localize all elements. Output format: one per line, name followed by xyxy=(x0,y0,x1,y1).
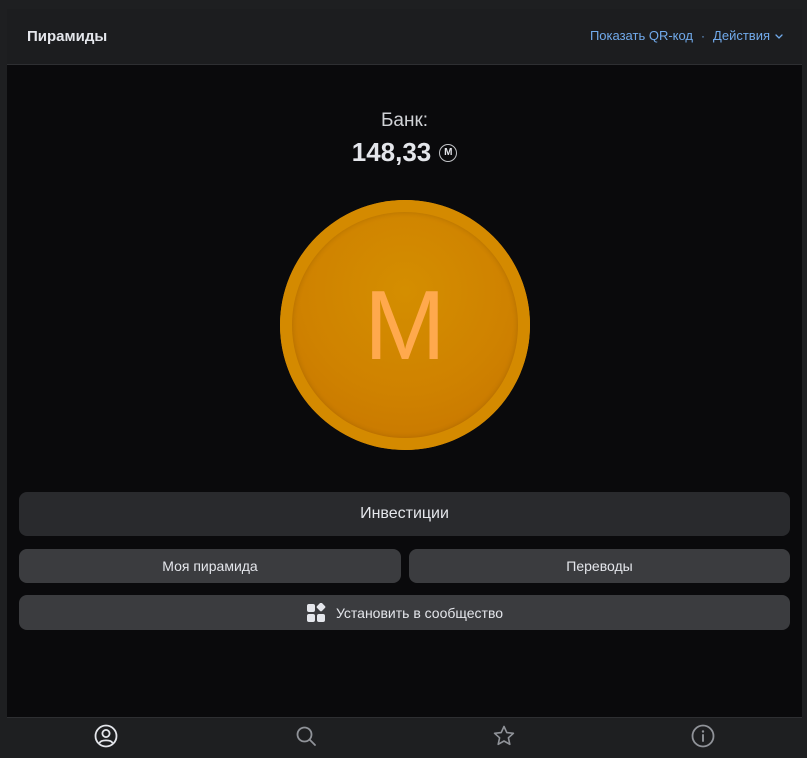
investments-button-label: Инвестиции xyxy=(360,505,449,522)
bank-amount-row: 148,33 M xyxy=(7,137,802,168)
header-actions: Показать QR-код · Действия xyxy=(590,28,784,43)
transfers-button-label: Переводы xyxy=(566,558,633,574)
profile-icon[interactable] xyxy=(94,724,118,748)
actions-menu-link[interactable]: Действия xyxy=(713,28,770,43)
chevron-down-icon xyxy=(775,33,783,39)
my-pyramid-button-label: Моя пирамида xyxy=(162,558,258,574)
header-separator: · xyxy=(701,28,706,43)
transfers-button[interactable]: Переводы xyxy=(409,549,790,583)
star-icon[interactable] xyxy=(492,724,516,748)
bottom-tabbar xyxy=(7,717,802,753)
show-qr-link[interactable]: Показать QR-код xyxy=(590,28,693,43)
header: Пирамиды Показать QR-код · Действия xyxy=(7,9,802,65)
install-button-label: Установить в сообщество xyxy=(335,604,504,621)
investments-button[interactable]: Инвестиции xyxy=(19,492,790,536)
page-title: Пирамиды xyxy=(27,28,108,45)
apps-icon xyxy=(306,602,326,622)
install-to-community-button[interactable]: Установить в сообщество xyxy=(19,595,790,630)
search-icon[interactable] xyxy=(294,724,318,748)
bank-amount: 148,33 xyxy=(351,137,432,167)
coin-letter: M xyxy=(364,269,446,380)
my-pyramid-button[interactable]: Моя пирамида xyxy=(19,549,401,583)
bank-label: Банк: xyxy=(380,110,429,131)
app-frame: Пирамиды Показать QR-код · Действия Банк… xyxy=(7,9,802,753)
info-icon[interactable] xyxy=(691,724,715,748)
coin-image: M xyxy=(280,200,530,450)
currency-icon: M xyxy=(439,143,458,162)
